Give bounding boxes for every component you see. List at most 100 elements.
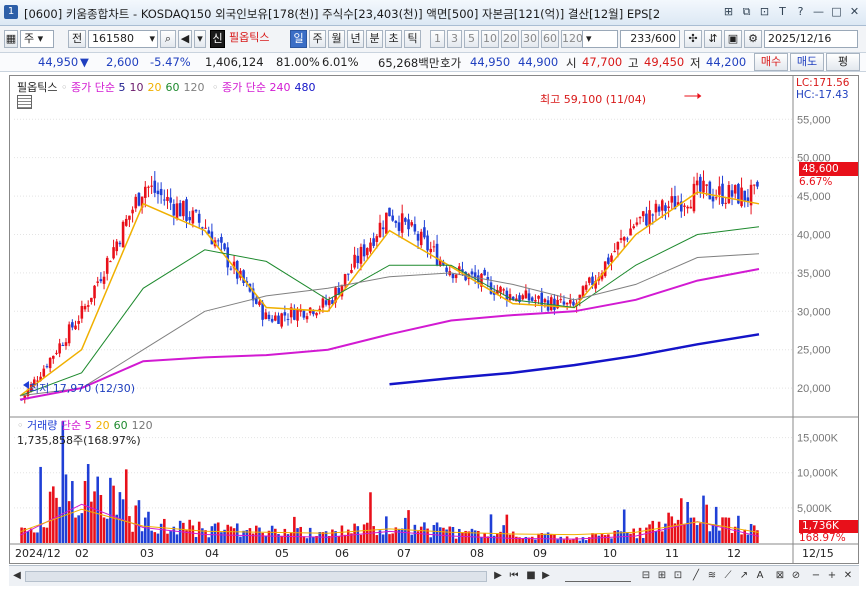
- credit-badge[interactable]: 신: [210, 30, 225, 48]
- period-tab-2[interactable]: 월: [328, 30, 345, 48]
- volume-bar: [410, 534, 413, 543]
- period-tab-6[interactable]: 틱: [404, 30, 421, 48]
- candle-body: [724, 202, 727, 204]
- range-select[interactable]: ▾: [582, 30, 618, 48]
- stop-icon[interactable]: ■: [524, 568, 538, 583]
- volume-bar: [372, 526, 375, 543]
- speaker-icon[interactable]: ◀: [178, 30, 192, 48]
- volume-bar: [26, 531, 30, 543]
- scroll-track[interactable]: [25, 571, 487, 582]
- scroll-right-icon[interactable]: ▶: [491, 568, 505, 583]
- volume-bar: [381, 534, 385, 543]
- grid-menu-icon[interactable]: ▦: [4, 30, 18, 48]
- save-icon[interactable]: ▣: [724, 30, 742, 48]
- period-tab-5[interactable]: 초: [385, 30, 402, 48]
- volume-bar: [169, 531, 172, 543]
- high-value: 49,450: [644, 55, 685, 69]
- cascade-icon[interactable]: ⧉: [739, 4, 754, 19]
- candle-body: [175, 203, 179, 219]
- candle-body: [702, 180, 705, 193]
- zoom-in-icon[interactable]: ⊞: [655, 568, 669, 583]
- volume-bar: [530, 536, 534, 543]
- tile-icon[interactable]: ⊡: [757, 4, 772, 19]
- volume-bar: [369, 492, 372, 543]
- rewind-icon[interactable]: ⏮: [506, 568, 522, 583]
- interval-button-20[interactable]: 20: [501, 30, 519, 48]
- zoom-out-icon[interactable]: ⊟: [639, 568, 653, 583]
- text-icon[interactable]: T: [775, 4, 790, 19]
- restore-icon[interactable]: ⊞: [721, 4, 736, 19]
- page-count-input[interactable]: 233/600: [620, 30, 680, 48]
- stock-code-input[interactable]: 161580 ▾: [88, 30, 158, 48]
- draw-line-icon[interactable]: ╱: [689, 568, 703, 583]
- close-icon[interactable]: ✕: [847, 4, 862, 19]
- volume-bar: [686, 501, 689, 543]
- volume-bar: [45, 527, 49, 543]
- candle-body: [638, 217, 642, 219]
- date-input[interactable]: 2025/12/16: [764, 30, 858, 48]
- candle-body: [451, 273, 455, 279]
- table-icon[interactable]: [17, 95, 32, 109]
- buy-button[interactable]: 매수: [754, 53, 788, 71]
- interval-button-120[interactable]: 120: [561, 30, 583, 48]
- interval-button-1[interactable]: 1: [430, 30, 445, 48]
- indicator-icon[interactable]: ⇵: [704, 30, 722, 48]
- interval-button-3[interactable]: 3: [447, 30, 462, 48]
- minus-icon[interactable]: −: [809, 568, 823, 583]
- volume-bar: [143, 517, 147, 543]
- help-icon[interactable]: ?: [793, 4, 808, 19]
- evaluate-button[interactable]: 평: [826, 53, 860, 71]
- prefix-button[interactable]: 전: [68, 30, 86, 48]
- chart-area[interactable]: 20,000 25,000 30,000 35,000 40,000 45,000 50,0…: [9, 75, 859, 565]
- search-icon[interactable]: ⌕: [160, 30, 176, 48]
- fit-icon[interactable]: ⊡: [671, 568, 685, 583]
- candle-body: [277, 315, 280, 324]
- erase-icon[interactable]: ⊘: [789, 568, 803, 583]
- candle-body: [426, 235, 429, 251]
- market-type-select[interactable]: 주 ▾: [20, 30, 54, 48]
- candle-body: [153, 180, 157, 193]
- volume-ma-line-20: [19, 508, 760, 536]
- period-tab-3[interactable]: 년: [347, 30, 364, 48]
- candle-body: [562, 301, 566, 305]
- trend-icon[interactable]: ⟋: [721, 568, 735, 583]
- close-chart-icon[interactable]: ✕: [841, 568, 855, 583]
- interval-button-10[interactable]: 10: [481, 30, 499, 48]
- gear-icon[interactable]: ⚙: [744, 30, 762, 48]
- minimize-icon[interactable]: —: [811, 4, 826, 19]
- candle-body: [188, 217, 191, 221]
- volume-bar: [733, 526, 737, 543]
- high-marker-arrow: [697, 93, 702, 99]
- play-icon[interactable]: ▶: [539, 568, 553, 583]
- interval-button-5[interactable]: 5: [464, 30, 479, 48]
- scroll-left-icon[interactable]: ◀: [11, 568, 23, 583]
- cross-cursor-icon[interactable]: ✣: [684, 30, 702, 48]
- text-tool-icon[interactable]: A: [753, 568, 767, 583]
- ask-label: 호가: [440, 56, 462, 70]
- period-tab-0[interactable]: 일: [290, 30, 307, 48]
- reset-icon[interactable]: ⊠: [773, 568, 787, 583]
- volume-bar: [251, 533, 255, 543]
- candle-body: [86, 305, 90, 307]
- dropdown-arrow-icon[interactable]: ▾: [194, 30, 206, 48]
- sell-button[interactable]: 매도: [790, 53, 824, 71]
- period-tab-4[interactable]: 분: [366, 30, 383, 48]
- candle-body: [204, 227, 207, 229]
- fibonacci-icon[interactable]: ≋: [705, 568, 719, 583]
- volume-bar: [657, 521, 661, 543]
- open-value: 47,700: [582, 55, 623, 69]
- period-tab-1[interactable]: 주: [309, 30, 326, 48]
- arrow-tool-icon[interactable]: ↗: [737, 568, 751, 583]
- interval-button-30[interactable]: 30: [521, 30, 539, 48]
- volume-ma-period-20: 20: [95, 419, 110, 432]
- candle-body: [90, 297, 93, 302]
- candle-body: [321, 298, 325, 308]
- maximize-icon[interactable]: □: [829, 4, 844, 19]
- candle-body: [607, 257, 610, 264]
- plus-icon[interactable]: +: [825, 568, 839, 583]
- candlestick-chart[interactable]: 20,00025,00030,00035,00040,00045,00050,0…: [9, 75, 859, 565]
- x-axis-label: 10: [603, 547, 617, 560]
- zoom-slider[interactable]: [565, 570, 631, 582]
- candle-body: [83, 306, 87, 310]
- interval-button-60[interactable]: 60: [541, 30, 559, 48]
